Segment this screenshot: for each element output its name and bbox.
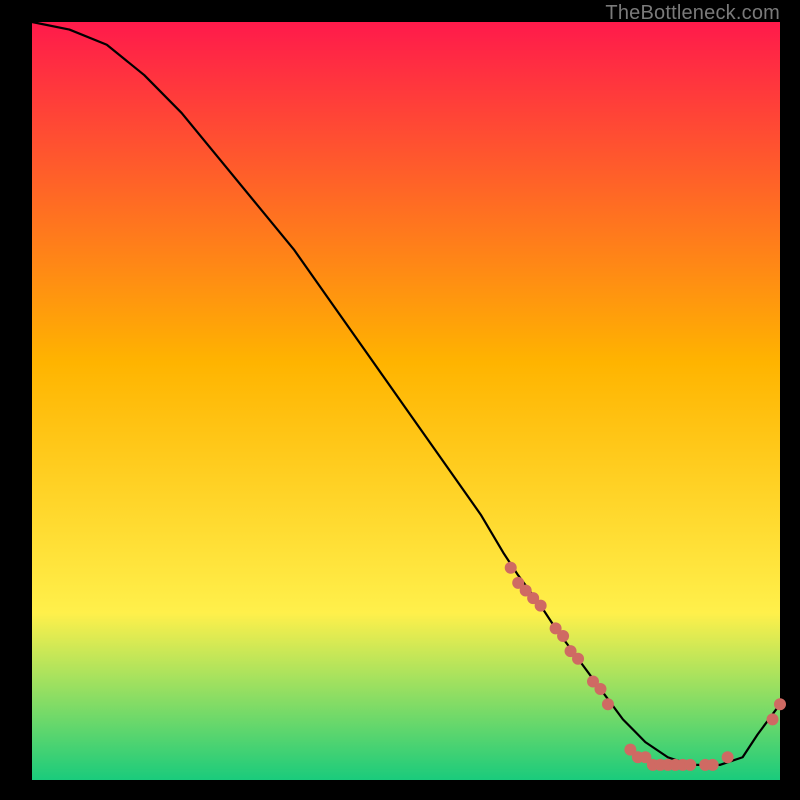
curve-marker [684, 759, 696, 771]
curve-marker [535, 600, 547, 612]
plot-background [32, 22, 780, 780]
curve-marker [707, 759, 719, 771]
curve-marker [602, 698, 614, 710]
bottleneck-curve-chart [0, 0, 800, 800]
curve-marker [774, 698, 786, 710]
curve-marker [594, 683, 606, 695]
curve-marker [722, 751, 734, 763]
curve-marker [767, 713, 779, 725]
curve-marker [505, 562, 517, 574]
curve-marker [572, 653, 584, 665]
curve-marker [557, 630, 569, 642]
chart-stage: TheBottleneck.com [0, 0, 800, 800]
watermark-label: TheBottleneck.com [605, 2, 780, 25]
